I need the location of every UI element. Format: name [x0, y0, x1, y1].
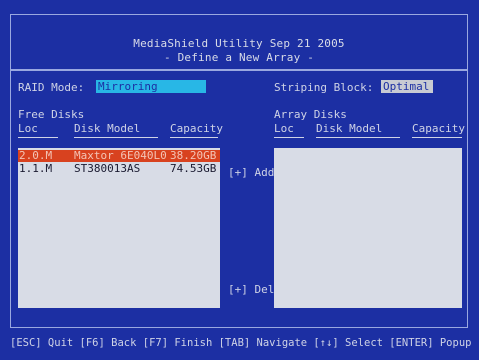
- disk-capacity: 74.53GB: [170, 162, 217, 175]
- header-panel: MediaShield Utility Sep 21 2005 - Define…: [10, 14, 468, 70]
- free-disks-list[interactable]: 2.0.M Maxtor 6E040L0 38.20GB 1.1.M ST380…: [18, 148, 220, 308]
- free-col-loc: Loc: [18, 122, 38, 135]
- screen-subtitle: - Define a New Array -: [163, 51, 315, 64]
- disk-loc: 1.1.M: [19, 162, 53, 175]
- array-disks-title: Array Disks: [274, 108, 347, 121]
- free-disks-title: Free Disks: [18, 108, 85, 121]
- disk-loc: 2.0.M: [19, 149, 53, 162]
- disk-capacity: 38.20GB: [170, 149, 217, 162]
- free-col-loc-underline: [18, 137, 58, 138]
- free-col-model: Disk Model: [74, 122, 141, 135]
- array-col-loc: Loc: [274, 122, 294, 135]
- free-disk-row[interactable]: 2.0.M Maxtor 6E040L0 38.20GB: [18, 150, 220, 162]
- striping-block-label: Striping Block:: [274, 81, 374, 94]
- striping-block-select[interactable]: Optimal: [381, 80, 433, 93]
- array-col-capacity-underline: [412, 137, 462, 138]
- free-col-capacity: Capacity: [170, 122, 223, 135]
- free-col-capacity-underline: [170, 137, 218, 138]
- array-col-loc-underline: [274, 137, 304, 138]
- disk-model: Maxtor 6E040L0: [74, 149, 167, 162]
- free-col-model-underline: [74, 137, 158, 138]
- array-col-model-underline: [316, 137, 400, 138]
- disk-model: ST380013AS: [74, 162, 141, 175]
- bios-screen: MediaShield Utility Sep 21 2005 - Define…: [0, 0, 479, 360]
- array-col-model: Disk Model: [316, 122, 383, 135]
- raid-mode-select[interactable]: Mirroring: [96, 80, 206, 93]
- array-col-capacity: Capacity: [412, 122, 465, 135]
- array-disks-list[interactable]: [274, 148, 462, 308]
- free-disk-row[interactable]: 1.1.M ST380013AS 74.53GB: [18, 163, 220, 175]
- delete-disk-button[interactable]: [+] Del: [228, 283, 274, 296]
- key-help-bar: [ESC] Quit [F6] Back [F7] Finish [TAB] N…: [10, 337, 472, 349]
- utility-title: MediaShield Utility Sep 21 2005: [133, 37, 345, 50]
- raid-mode-label: RAID Mode:: [18, 81, 85, 94]
- add-disk-button[interactable]: [+] Add: [228, 166, 274, 179]
